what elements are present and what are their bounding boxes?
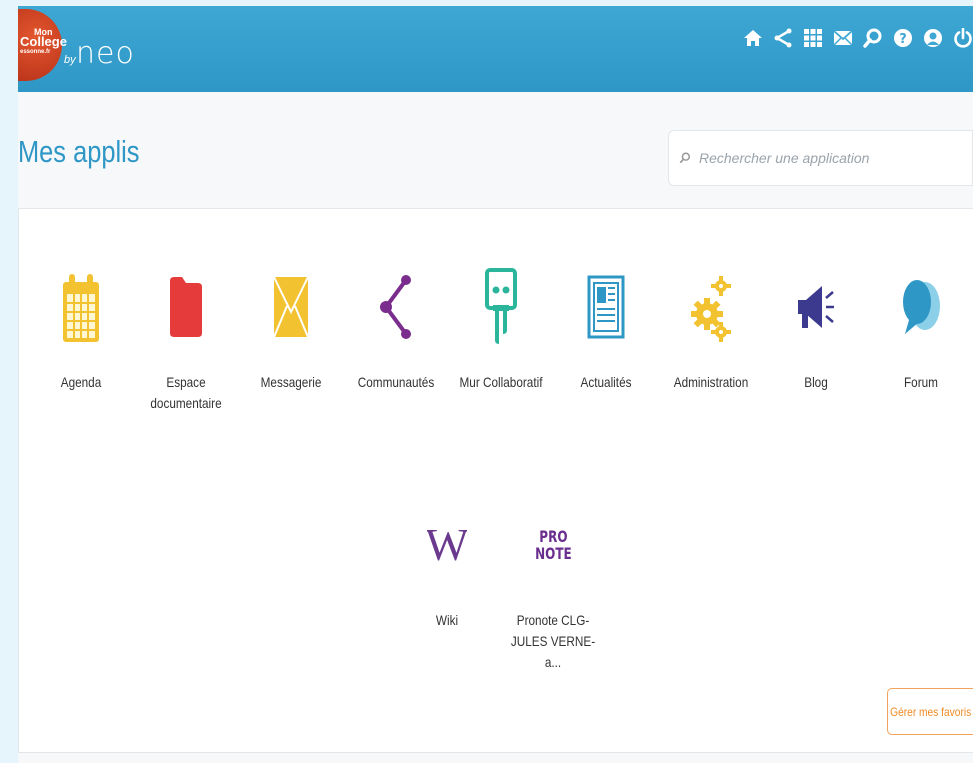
app-espace-documentaire[interactable]: Espace documentaire [134,264,238,414]
app-pronote[interactable]: PRO NOTE Pronote CLG- JULES VERNE-a... [500,502,606,673]
pronote-icon: PRO NOTE [534,527,572,563]
svg-text:W: W [427,520,467,570]
svg-text:?: ? [899,32,907,47]
power-icon[interactable] [953,24,973,52]
app-search-box[interactable] [668,130,973,186]
neo-logo[interactable]: neo [76,36,135,71]
app-label: Pronote CLG- JULES VERNE-a... [510,612,596,670]
gears-icon [659,264,763,350]
app-label: Blog [804,374,828,390]
college-logo[interactable]: Mon College essonne.fr [18,9,67,81]
app-label: Actualités [580,374,632,390]
app-blog[interactable]: Blog [764,264,868,393]
chat-bubbles-icon [869,264,973,350]
app-label: Administration [673,374,749,390]
search-icon[interactable] [863,24,883,52]
collab-wall-icon [449,264,553,350]
app-administration[interactable]: Administration [659,264,763,393]
megaphone-icon [764,264,868,350]
app-actualites[interactable]: Actualités [554,264,658,393]
app-mur-collaboratif[interactable]: Mur Collaboratif [449,264,553,393]
app-messagerie[interactable]: Messagerie [239,264,343,393]
app-label: Forum [904,374,938,390]
search-icon [679,152,691,164]
app-label: Wiki [435,612,459,628]
share-icon[interactable] [773,24,793,52]
help-icon[interactable]: ? [893,24,913,52]
app-label: Espace documentaire [150,374,222,411]
manage-favorites-button[interactable]: Gérer mes favoris [887,688,973,735]
envelope-icon [239,264,343,350]
page: Mon College essonne.fr by neo ? Mes appl… [18,6,973,763]
app-communautes[interactable]: Communautés [344,264,448,393]
newspaper-icon [554,264,658,350]
nav-icons: ? [743,24,973,52]
app-label: Communautés [357,374,435,390]
page-title: Mes applis [18,134,140,169]
app-label: Agenda [60,374,102,390]
folder-icon [134,264,238,350]
community-share-icon [344,264,448,350]
logo-by-text: by [64,54,76,66]
mail-icon[interactable] [833,24,853,52]
app-agenda[interactable]: Agenda [29,264,133,393]
top-bar: Mon College essonne.fr by neo ? [18,6,973,92]
calendar-icon [29,264,133,350]
app-label: Mur Collaboratif [459,374,543,390]
wiki-w-icon: W [395,502,499,588]
apps-panel: Agenda Espace documentaire Messagerie Co… [18,208,973,753]
user-icon[interactable] [923,24,943,52]
app-wiki[interactable]: W Wiki [395,502,499,631]
app-label: Messagerie [260,374,322,390]
home-icon[interactable] [743,24,763,52]
app-forum[interactable]: Forum [869,264,973,393]
apps-grid-icon[interactable] [803,24,823,52]
search-input[interactable] [699,150,949,166]
